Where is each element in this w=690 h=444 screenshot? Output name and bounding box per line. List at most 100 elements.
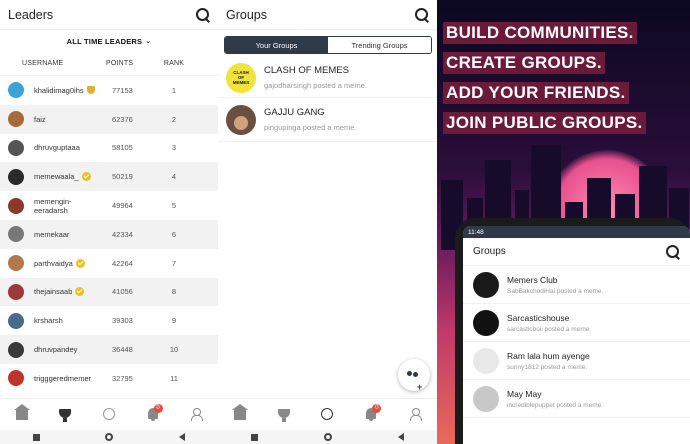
page-title: Leaders — [8, 7, 54, 22]
nav-home[interactable] — [230, 404, 250, 424]
back-icon[interactable] — [398, 433, 404, 441]
leaderboard-row[interactable]: memekaar 42334 6 — [0, 219, 218, 249]
leaderboard-row[interactable]: krsharsh 39303 9 — [0, 306, 218, 335]
avatar — [8, 197, 24, 214]
home-button-icon[interactable] — [105, 433, 114, 441]
tab-trending-groups[interactable]: Trending Groups — [328, 37, 431, 53]
bottom-nav: 0 — [0, 398, 218, 428]
nav-groups[interactable] — [317, 404, 337, 424]
username: trigggeredmemer — [34, 373, 92, 383]
leaderboard-row[interactable]: dhruvpandey 36448 10 — [0, 335, 218, 364]
group-name: CLASH OF MEMES — [264, 65, 349, 76]
points-value: 41056 — [112, 287, 133, 297]
group-item[interactable]: GAJJU GANG pingupinga posted a meme. — [218, 98, 437, 142]
search-icon[interactable] — [415, 7, 429, 22]
user-cell: memewaala_ — [0, 168, 98, 185]
rank-value: 5 — [171, 201, 177, 211]
search-icon[interactable] — [196, 7, 210, 22]
phone-group-item: Memers Club SabBakchodiHai posted a meme. — [463, 266, 690, 304]
filter-label: ALL TIME LEADERS — [66, 36, 143, 46]
tab-your-groups[interactable]: Your Groups — [225, 37, 328, 53]
group-avatar — [473, 309, 499, 336]
leaderboard-row[interactable]: khalidimag0ihs 77153 1 — [0, 76, 218, 105]
leaderboard-row[interactable]: thejainsaab 41056 8 — [0, 277, 218, 307]
recents-icon[interactable] — [251, 433, 258, 441]
search-icon — [666, 244, 680, 259]
promo-line-4: JOIN PUBLIC GROUPS. — [443, 112, 646, 134]
leaderboard-row[interactable]: dhruvguptaaa 58105 3 — [0, 134, 218, 163]
column-username: USERNAME — [22, 60, 64, 67]
rank-value: 10 — [169, 345, 179, 355]
system-nav — [218, 430, 437, 444]
rank-value: 1 — [171, 85, 177, 95]
user-cell: krsharsh — [0, 312, 98, 329]
promo-line-1: BUILD COMMUNITIES. — [443, 22, 637, 44]
nav-chat[interactable] — [99, 404, 119, 424]
avatar — [8, 312, 24, 329]
group-activity: incrediblepuppet posted a meme. — [507, 401, 604, 409]
nav-notifications[interactable]: 0 — [143, 403, 163, 424]
phone-group-item: Sarcasticshouse sarcasticboii posted a me… — [463, 304, 690, 342]
avatar — [8, 226, 24, 243]
leaderboard-row[interactable]: memewaala_ 50219 4 — [0, 162, 218, 192]
nav-leaders[interactable] — [55, 404, 75, 424]
nav-leaders[interactable] — [274, 404, 294, 424]
rank-value: 2 — [171, 114, 177, 124]
points-value: 32795 — [112, 373, 133, 383]
group-activity: pingupinga posted a meme. — [264, 123, 357, 132]
avatar — [8, 283, 24, 300]
group-name: Sarcasticshouse — [507, 312, 570, 323]
verified-badge-icon — [81, 172, 91, 182]
user-cell: memekaar — [0, 226, 98, 243]
recents-icon[interactable] — [32, 433, 40, 441]
leaderboard-row[interactable]: parthvaidya 42264 7 — [0, 249, 218, 278]
home-icon — [13, 404, 30, 420]
leaderboard-filter[interactable]: ALL TIME LEADERS ⌄ — [0, 30, 218, 52]
add-group-icon: + — [407, 370, 422, 392]
home-button-icon[interactable] — [324, 433, 332, 441]
avatar — [8, 139, 24, 156]
nav-home[interactable] — [12, 404, 32, 424]
group-activity: SabBakchodiHai posted a meme. — [507, 287, 604, 295]
promo-line-2: CREATE GROUPS. — [443, 52, 605, 74]
phone-status-bar: 11:48 — [463, 226, 690, 238]
avatar — [8, 168, 24, 185]
leaderboard-row[interactable]: faiz 62376 2 — [0, 104, 218, 134]
user-cell: trigggeredmemer — [0, 370, 98, 387]
nav-notifications[interactable]: 0 — [361, 403, 382, 424]
user-cell: memengin-eeradarsh — [0, 197, 98, 215]
rank-value: 11 — [170, 373, 178, 383]
trophy-icon — [277, 409, 290, 422]
back-icon[interactable] — [179, 433, 186, 441]
rank-value: 3 — [171, 143, 177, 153]
group-activity: sunny1812 posted a meme. — [507, 363, 588, 371]
create-group-button[interactable]: + — [398, 359, 430, 392]
leaderboard-row[interactable]: trigggeredmemer 32795 11 — [0, 364, 218, 393]
group-avatar — [473, 385, 499, 412]
phone-screen: 11:48 Groups Memers Club SabBakchodiHai p… — [463, 226, 690, 444]
groups-screen: Groups Your Groups Trending Groups CLASH… — [218, 0, 437, 444]
leaders-appbar: Leaders — [0, 0, 218, 30]
nav-profile[interactable] — [405, 404, 425, 424]
phone-title: Groups — [473, 246, 506, 257]
promo-line-3: ADD YOUR FRIENDS. — [443, 82, 629, 104]
phone-time: 11:48 — [468, 228, 484, 236]
username: memengin-eeradarsh — [34, 196, 72, 215]
rank-value: 4 — [171, 172, 177, 182]
trophy-icon — [59, 409, 72, 422]
home-icon — [231, 404, 248, 420]
points-value: 49964 — [112, 201, 133, 211]
points-value: 42264 — [112, 258, 133, 268]
app-composite: Leaders ALL TIME LEADERS ⌄ USERNAME POIN… — [0, 0, 690, 444]
group-item[interactable]: CLASH OF MEMES CLASH OF MEMES gajodharsi… — [218, 58, 437, 98]
username: dhruvpandey — [34, 345, 78, 355]
nav-profile[interactable] — [186, 404, 206, 424]
leaderboard-row[interactable]: memengin-eeradarsh 49964 5 — [0, 191, 218, 220]
phone-mockup: 11:48 Groups Memers Club SabBakchodiHai p… — [455, 218, 690, 444]
points-value: 36448 — [112, 345, 133, 355]
chevron-down-icon: ⌄ — [145, 38, 152, 45]
promo-banner: BUILD COMMUNITIES. CREATE GROUPS. ADD YO… — [437, 0, 690, 444]
group-avatar — [226, 104, 256, 135]
group-name: May May — [507, 388, 542, 399]
system-nav — [0, 430, 218, 444]
